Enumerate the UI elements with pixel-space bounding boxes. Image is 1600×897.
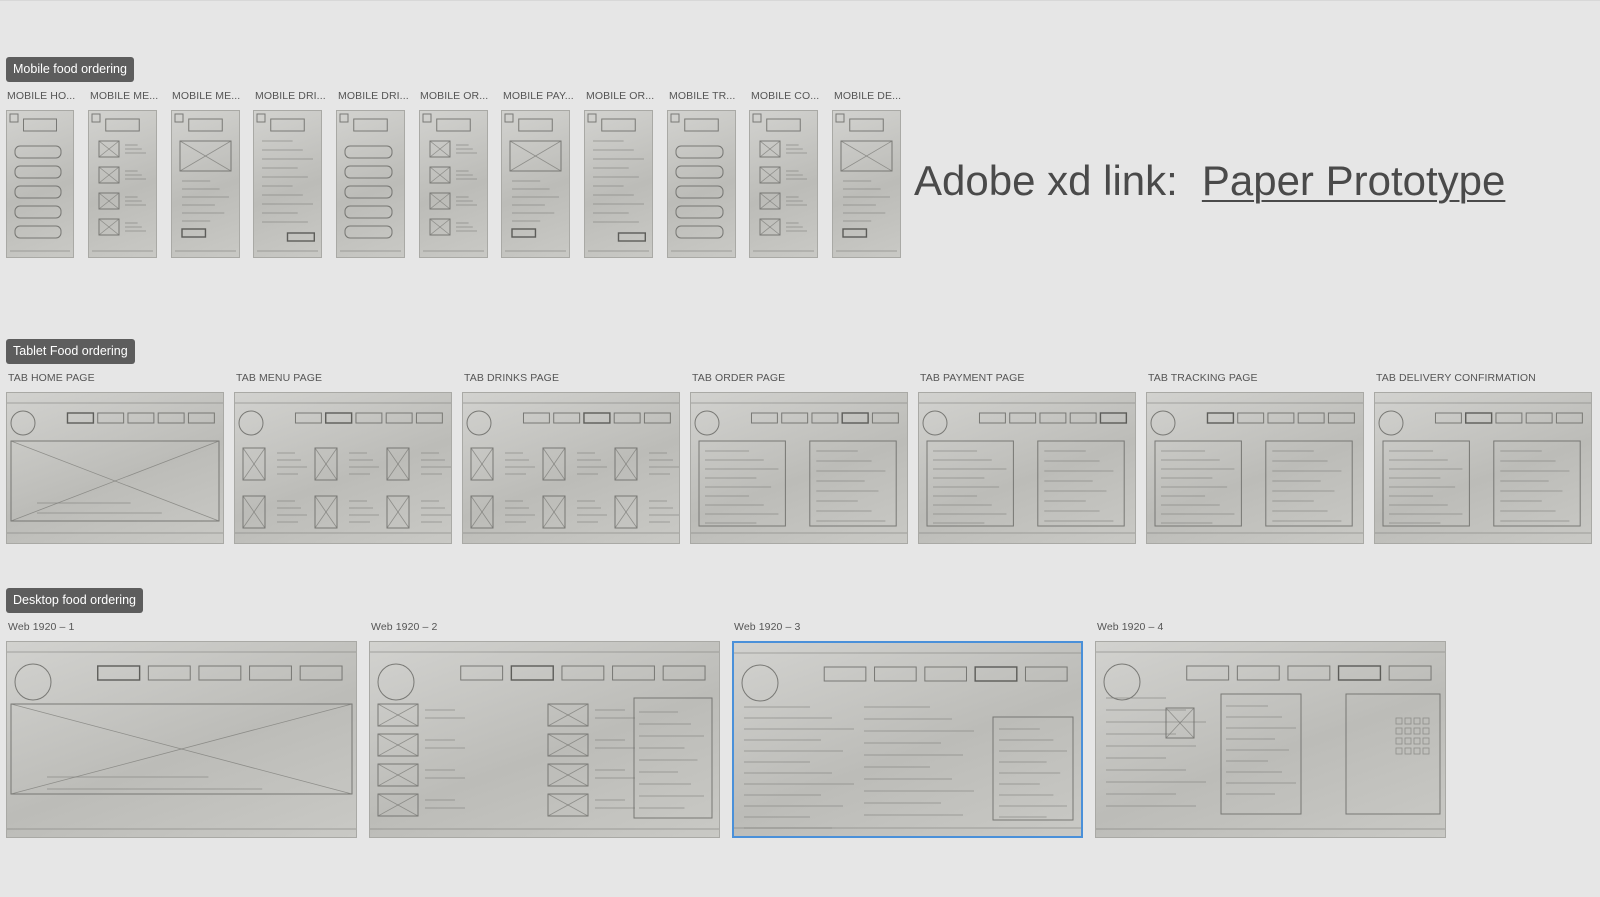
- tablet-frame-thumbnail[interactable]: [462, 392, 680, 544]
- sketch-drawing: [919, 402, 1135, 534]
- sketch-drawing: [835, 113, 897, 252]
- frame-label[interactable]: MOBILE HO...: [7, 90, 83, 102]
- mobile-frame-thumbnail[interactable]: [88, 110, 157, 258]
- paper-prototype-link[interactable]: Paper Prototype: [1202, 157, 1506, 204]
- xd-link-prefix: Adobe xd link:: [914, 157, 1178, 204]
- frame-label[interactable]: Web 1920 – 1: [8, 621, 74, 633]
- mobile-frame-thumbnail[interactable]: [6, 110, 74, 258]
- section-tag-mobile[interactable]: Mobile food ordering: [6, 57, 134, 82]
- frame-label[interactable]: MOBILE OR...: [420, 90, 496, 102]
- section-tag-tablet[interactable]: Tablet Food ordering: [6, 339, 135, 364]
- frame-label[interactable]: Web 1920 – 4: [1097, 621, 1163, 633]
- frame-label[interactable]: Web 1920 – 3: [734, 621, 800, 633]
- tablet-frame-thumbnail[interactable]: [1374, 392, 1592, 544]
- sketch-drawing: [1375, 402, 1591, 534]
- desktop-frame-thumbnail-selected[interactable]: [732, 641, 1083, 838]
- frame-label[interactable]: Web 1920 – 2: [371, 621, 437, 633]
- mobile-frame-thumbnail[interactable]: [419, 110, 488, 258]
- desktop-frame-thumbnail[interactable]: [369, 641, 720, 838]
- tablet-frame-thumbnail[interactable]: [234, 392, 452, 544]
- frame-label[interactable]: MOBILE ME...: [90, 90, 166, 102]
- sketch-drawing: [1096, 651, 1445, 830]
- sketch-drawing: [370, 651, 719, 830]
- frame-label[interactable]: TAB DELIVERY CONFIRMATION: [1376, 372, 1536, 384]
- sketch-drawing: [752, 113, 814, 252]
- frame-label[interactable]: MOBILE DE...: [834, 90, 910, 102]
- sketch-drawing: [91, 113, 153, 252]
- tablet-frame-thumbnail[interactable]: [690, 392, 908, 544]
- sketch-drawing: [734, 652, 1081, 829]
- sketch-drawing: [504, 113, 566, 252]
- mobile-frame-thumbnail[interactable]: [749, 110, 818, 258]
- sketch-drawing: [1147, 402, 1363, 534]
- sketch-drawing: [7, 651, 356, 830]
- sketch-drawing: [174, 113, 236, 252]
- desktop-frame-thumbnail[interactable]: [6, 641, 357, 838]
- frame-label[interactable]: TAB HOME PAGE: [8, 372, 95, 384]
- frame-label[interactable]: TAB ORDER PAGE: [692, 372, 785, 384]
- mobile-frame-thumbnail[interactable]: [832, 110, 901, 258]
- frame-label[interactable]: TAB TRACKING PAGE: [1148, 372, 1258, 384]
- sketch-drawing: [463, 402, 679, 534]
- section-tag-desktop[interactable]: Desktop food ordering: [6, 588, 143, 613]
- frame-label[interactable]: TAB MENU PAGE: [236, 372, 322, 384]
- sketch-drawing: [7, 402, 223, 534]
- mobile-frame-thumbnail[interactable]: [667, 110, 736, 258]
- mobile-frame-thumbnail[interactable]: [501, 110, 570, 258]
- frame-label[interactable]: MOBILE CO...: [751, 90, 827, 102]
- sketch-drawing: [422, 113, 484, 252]
- mobile-frame-thumbnail[interactable]: [253, 110, 322, 258]
- frame-label[interactable]: TAB DRINKS PAGE: [464, 372, 559, 384]
- frame-label[interactable]: MOBILE OR...: [586, 90, 662, 102]
- desktop-frame-thumbnail[interactable]: [1095, 641, 1446, 838]
- sketch-drawing: [256, 113, 318, 252]
- tablet-frame-thumbnail[interactable]: [6, 392, 224, 544]
- mobile-frame-thumbnail[interactable]: [171, 110, 240, 258]
- tablet-frame-thumbnail[interactable]: [918, 392, 1136, 544]
- frame-label[interactable]: MOBILE ME...: [172, 90, 248, 102]
- design-canvas[interactable]: Mobile food ordering MOBILE HO... MOBILE…: [0, 0, 1600, 897]
- frame-label[interactable]: MOBILE DRI...: [338, 90, 414, 102]
- mobile-frame-thumbnail[interactable]: [584, 110, 653, 258]
- frame-label[interactable]: MOBILE PAY...: [503, 90, 579, 102]
- frame-label[interactable]: MOBILE TR...: [669, 90, 745, 102]
- xd-link-text: Adobe xd link: Paper Prototype: [914, 157, 1505, 205]
- sketch-drawing: [339, 113, 401, 252]
- sketch-drawing: [670, 113, 732, 252]
- frame-label[interactable]: MOBILE DRI...: [255, 90, 331, 102]
- sketch-drawing: [587, 113, 649, 252]
- sketch-drawing: [691, 402, 907, 534]
- tablet-frame-thumbnail[interactable]: [1146, 392, 1364, 544]
- sketch-drawing: [235, 402, 451, 534]
- frame-label[interactable]: TAB PAYMENT PAGE: [920, 372, 1024, 384]
- sketch-drawing: [9, 113, 70, 252]
- mobile-frame-thumbnail[interactable]: [336, 110, 405, 258]
